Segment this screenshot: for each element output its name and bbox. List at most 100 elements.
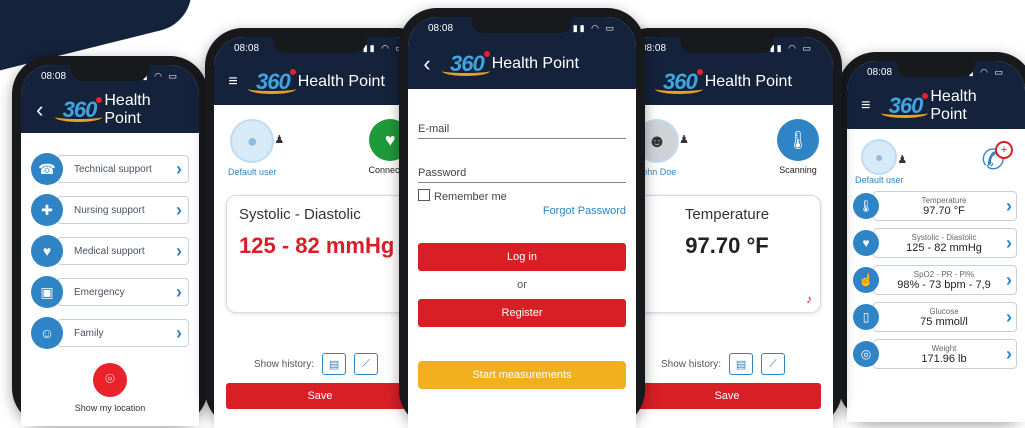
menu-icon[interactable]: ≡ — [224, 73, 242, 91]
app-header: ‹ 360 Health Point — [408, 39, 636, 89]
reading-card: Systolic - Diastolic 125 - 82 mmHg ♪ — [226, 195, 414, 313]
forgot-password-link[interactable]: Forgot Password — [543, 205, 626, 217]
menu-item-emergency[interactable]: ▣ Emergency › — [31, 274, 189, 310]
phone-screen: 08:08 ▮▮ ◠ ▭ ‹ 360 Health Point ☎ Techni… — [21, 65, 199, 426]
user-selector[interactable]: ● ♟ Default user — [855, 139, 907, 185]
glucometer-icon: ▯ — [853, 304, 879, 330]
history-row: Show history: ▤ ⟋ — [661, 353, 833, 375]
group-icon: ♟ — [274, 134, 285, 146]
brand-name: Health Point — [104, 92, 151, 127]
logo-mark: 360 — [54, 97, 103, 123]
logo-mark: 360 — [655, 69, 703, 95]
device-status[interactable]: 🌡 Scanning — [777, 119, 819, 177]
status-bar: 08:08 ▮▮ ◠ ▭ — [214, 37, 426, 59]
status-bar: 08:08 ▮▮ ◠ ▭ — [408, 17, 636, 39]
show-location-label: Show my location — [74, 403, 146, 413]
vital-spo2[interactable]: ☝ SpO2 - PR - PI% 98% - 73 bpm - 7,9 › — [853, 265, 1017, 295]
menu-item-medical-support[interactable]: ♥ Medical support › — [31, 233, 189, 269]
phone-screen: 08:08 ▮▮ ◠ ▭ ≡ 360 Health Point ● ♟ Defau… — [214, 37, 426, 428]
or-divider: or — [517, 279, 527, 291]
back-icon[interactable]: ‹ — [418, 51, 436, 77]
vital-temperature[interactable]: 🌡 Temperature 97.70 °F › — [853, 191, 1017, 221]
email-field[interactable]: E-mail — [418, 123, 626, 139]
brand-name: Health Point — [704, 73, 792, 90]
brand-name: Health Point — [491, 55, 579, 72]
start-measurements-button[interactable]: Start measurements — [418, 361, 626, 389]
menu-icon[interactable]: ≡ — [857, 97, 875, 115]
logo-mark: 360 — [442, 51, 490, 77]
save-button[interactable]: Save — [226, 383, 414, 409]
vital-glucose[interactable]: ▯ Glucose 75 mmol/l › — [853, 302, 1017, 332]
phone-vitals-summary: 08:08 ▮▮ ◠ ▭ ≡ 360 Health Point ● ♟ Defau… — [838, 52, 1025, 422]
vital-weight[interactable]: ◎ Weight 171.96 lb › — [853, 339, 1017, 369]
remember-me-checkbox[interactable]: Remember me — [418, 189, 507, 203]
phone-screen: 08:08 ▮▮ ◠ ▭ ≡ 360 Health Point ● ♟ Defau… — [847, 61, 1025, 422]
blood-pressure-icon: ♥ — [853, 230, 879, 256]
chevron-right-icon: › — [176, 158, 182, 179]
save-button[interactable]: Save — [633, 383, 821, 409]
status-bar: 08:08 ▮▮ ◠ ▭ — [21, 65, 199, 87]
phone-login: 08:08 ▮▮ ◠ ▭ ‹ 360 Health Point E-mail P… — [399, 8, 645, 428]
notch — [896, 61, 976, 77]
vital-value: 171.96 lb — [921, 352, 967, 365]
support-menu: ☎ Technical support › ✚ Nursing support › … — [21, 133, 199, 351]
app-header: ‹ 360 Health Point — [21, 87, 199, 133]
user-label: Default user — [228, 167, 277, 177]
brand-logo: 360 Health Point — [248, 69, 385, 95]
location-pin-icon: ⌾ — [93, 363, 127, 397]
line-chart-icon[interactable]: ⟋ — [761, 353, 786, 375]
ambulance-icon: ▣ — [31, 276, 63, 308]
table-icon[interactable]: ▤ — [322, 353, 347, 375]
menu-item-technical-support[interactable]: ☎ Technical support › — [31, 151, 189, 187]
vital-value: 97.70 °F — [923, 204, 965, 217]
oximeter-icon: ☝ — [853, 267, 879, 293]
menu-item-nursing-support[interactable]: ✚ Nursing support › — [31, 192, 189, 228]
show-location-button[interactable]: ⌾ Show my location — [21, 363, 199, 413]
menu-item-family[interactable]: ☺ Family › — [31, 315, 189, 351]
phone-screen: 08:08 ▮▮ ◠ ▭ ‹ 360 Health Point E-mail P… — [408, 17, 636, 428]
notch — [273, 37, 367, 53]
nurse-cap-icon: ✚ — [31, 194, 63, 226]
vital-blood-pressure[interactable]: ♥ Systolic - Diastolic 125 - 82 mmHg › — [853, 228, 1017, 258]
forgot-row: Forgot Password — [418, 201, 626, 219]
phone-temperature: 08:08 ▮▮ ◠ ▭ ≡ 360 Health Point ☻♟ John … — [612, 28, 842, 428]
profile-row: ☻ ♟ John Doe 🌡 Scanning — [621, 105, 833, 177]
chevron-right-icon: › — [1006, 269, 1012, 290]
checkbox-icon — [418, 189, 430, 201]
stethoscope-icon: ♥ — [31, 235, 63, 267]
brand-logo: 360 Health Point — [655, 69, 792, 95]
logo-mark: 360 — [248, 69, 296, 95]
vital-label: Temperature — [921, 195, 967, 205]
menu-item-label: Emergency — [74, 286, 125, 298]
bell-icon[interactable]: ♪ — [806, 292, 812, 306]
user-selector[interactable]: ● ♟ Default user — [228, 119, 284, 177]
vital-value: 125 - 82 mmHg — [906, 241, 982, 254]
login-button[interactable]: Log in — [418, 243, 626, 271]
status-time: 08:08 — [41, 70, 67, 82]
vital-label: Glucose — [929, 306, 959, 316]
brand-logo: 360 Health Point — [54, 92, 189, 128]
profile-row: ● ♟ Default user ✆ + — [847, 129, 1025, 191]
app-header: ≡ 360 Health Point — [214, 59, 426, 105]
status-time: 08:08 — [428, 22, 454, 34]
emergency-call-button[interactable]: ✆ + — [982, 141, 1013, 176]
brand-name: Health Point — [930, 88, 977, 123]
vital-label: Systolic - Diastolic — [911, 232, 977, 242]
back-icon[interactable]: ‹ — [31, 97, 49, 123]
login-form: E-mail Password Remember me Forgot Passw… — [408, 89, 636, 403]
app-header: ≡ 360 Health Point — [847, 83, 1025, 129]
scale-icon: ◎ — [853, 341, 879, 367]
status-bar: 08:08 ▮▮ ◠ ▭ — [621, 37, 833, 59]
history-label: Show history: — [661, 358, 722, 370]
phone-screen: 08:08 ▮▮ ◠ ▭ ≡ 360 Health Point ☻♟ John … — [621, 37, 833, 428]
table-icon[interactable]: ▤ — [729, 353, 754, 375]
line-chart-icon[interactable]: ⟋ — [354, 353, 379, 375]
password-field[interactable]: Password — [418, 167, 626, 183]
chevron-right-icon: › — [176, 240, 182, 261]
history-label: Show history: — [254, 358, 315, 370]
vitals-list: 🌡 Temperature 97.70 °F › ♥ Systolic - Dias… — [847, 191, 1025, 369]
reading-value: 97.70 °F — [685, 233, 769, 258]
family-icon: ☺ — [31, 317, 63, 349]
brand-logo: 360 Health Point — [442, 51, 579, 77]
register-button[interactable]: Register — [418, 299, 626, 327]
